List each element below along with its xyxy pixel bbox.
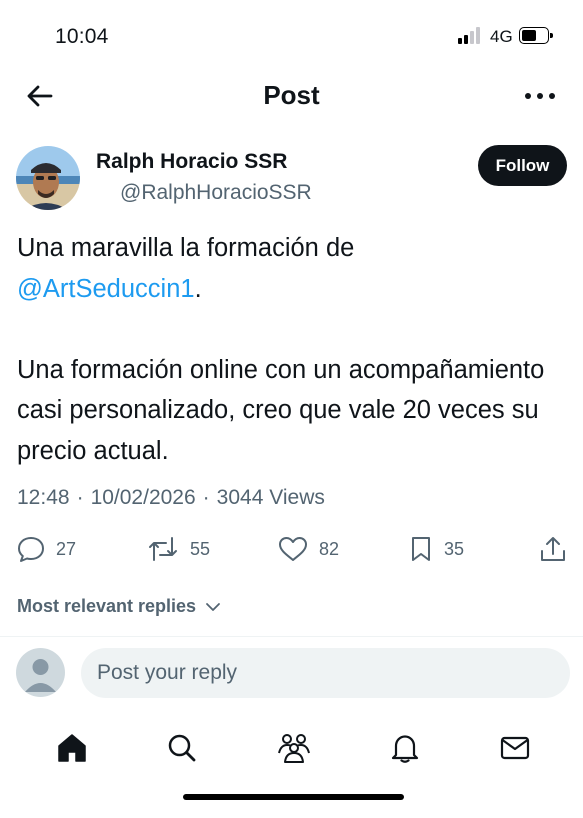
- reply-composer: [0, 645, 583, 701]
- status-time: 10:04: [55, 25, 109, 48]
- share-button[interactable]: [538, 527, 568, 571]
- envelope-icon: [500, 736, 530, 760]
- search-icon: [168, 734, 196, 762]
- mention-link[interactable]: @ArtSeduccin1: [17, 275, 195, 303]
- meta-separator: ·: [202, 486, 210, 509]
- post-text-punctuation: .: [194, 274, 202, 303]
- author-handle[interactable]: @RalphHoracioSSR: [120, 181, 312, 205]
- author-display-name[interactable]: Ralph Horacio SSR: [96, 150, 287, 174]
- post-meta: 12:48 · 10/02/2026 · 3044 Views: [17, 486, 325, 510]
- speech-bubble-icon: [18, 537, 44, 562]
- share-icon: [541, 537, 565, 561]
- bookmark-button[interactable]: 35: [408, 527, 464, 571]
- chevron-down-icon: [206, 602, 220, 611]
- replies-sort-dropdown[interactable]: Most relevant replies: [17, 596, 224, 617]
- repost-icon: [149, 537, 177, 561]
- post-actions: 27 55 82 35: [0, 527, 583, 571]
- bookmark-icon: [412, 537, 430, 561]
- bell-icon: [391, 735, 419, 763]
- divider: [0, 636, 583, 637]
- author-avatar[interactable]: [16, 146, 80, 210]
- home-indicator: [183, 794, 404, 800]
- tab-notifications[interactable]: [383, 726, 427, 770]
- meta-separator: ·: [76, 486, 84, 509]
- post-time: 12:48: [17, 486, 70, 509]
- network-type: 4G: [490, 27, 513, 46]
- tab-home[interactable]: [50, 726, 94, 770]
- view-count[interactable]: 3044 Views: [217, 486, 325, 509]
- heart-icon: [279, 537, 307, 561]
- reply-count: 27: [56, 538, 77, 559]
- tab-search[interactable]: [160, 726, 204, 770]
- repost-count: 55: [190, 538, 211, 559]
- more-horizontal-icon: [525, 93, 555, 99]
- post-date: 10/02/2026: [90, 486, 196, 509]
- replies-sort-label: Most relevant replies: [17, 596, 197, 616]
- bookmark-count: 35: [444, 538, 465, 559]
- post-author: Ralph Horacio SSR @RalphHoracioSSR Follo…: [0, 140, 583, 220]
- tab-messages[interactable]: [493, 726, 537, 770]
- user-avatar[interactable]: [16, 648, 65, 697]
- more-options-button[interactable]: [520, 78, 560, 114]
- status-bar: 10:04 4G: [0, 0, 583, 70]
- page-title: Post: [263, 80, 320, 110]
- post-paragraph-2: Una formación online con un acompañamien…: [17, 355, 545, 465]
- home-icon: [58, 734, 86, 762]
- repost-button[interactable]: 55: [146, 527, 210, 571]
- battery-icon: [519, 27, 553, 44]
- like-button[interactable]: 82: [277, 527, 339, 571]
- post-paragraph-1: Una maravilla la formación de @ArtSeducc…: [17, 228, 572, 309]
- communities-icon: [278, 734, 310, 763]
- follow-button[interactable]: Follow: [478, 145, 567, 186]
- bottom-navigation: [0, 720, 583, 776]
- tab-communities[interactable]: [272, 726, 316, 770]
- signal-strength-icon: [458, 27, 486, 44]
- post-text: Una maravilla la formación de @ArtSeducc…: [17, 228, 572, 471]
- like-count: 82: [319, 538, 340, 559]
- top-app-bar: Post: [0, 70, 583, 122]
- post-text-line-1: Una maravilla la formación de: [17, 234, 355, 262]
- reply-input[interactable]: [81, 648, 570, 698]
- reply-button[interactable]: 27: [16, 527, 76, 571]
